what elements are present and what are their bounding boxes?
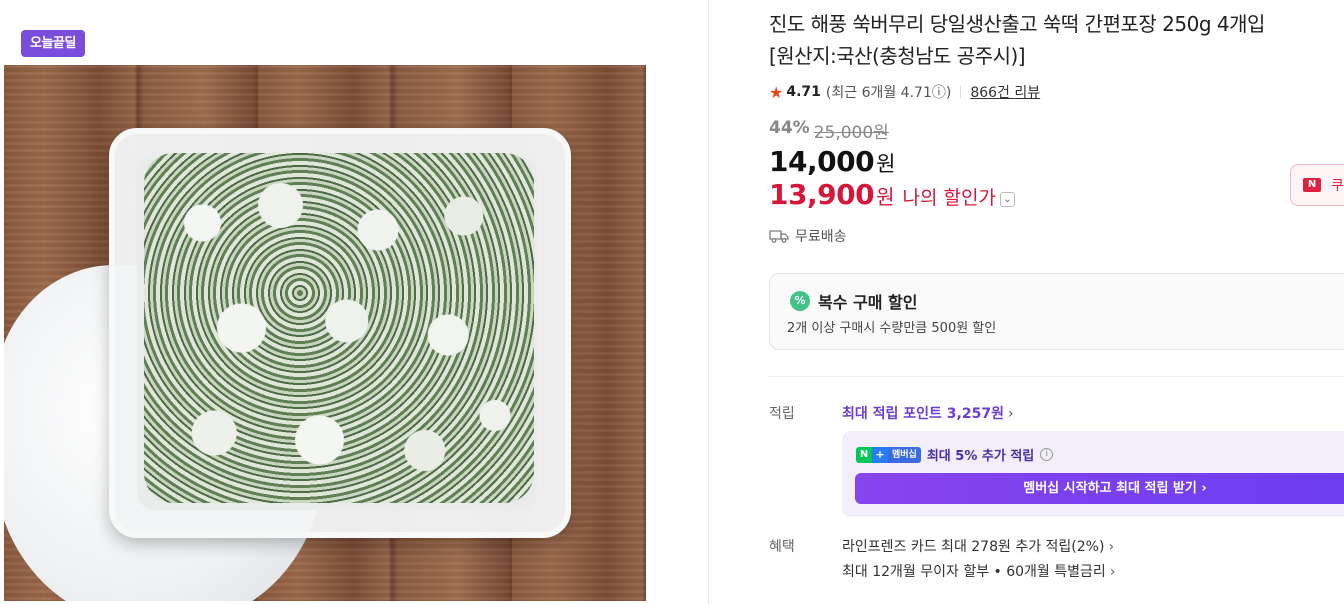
divider bbox=[708, 0, 709, 604]
benefit-item[interactable]: 최대 12개월 무이자 할부 • 60개월 특별금리 › bbox=[842, 561, 1115, 581]
chevron-down-icon[interactable]: ⌄ bbox=[999, 192, 1015, 207]
shipping-row: 무료배송 bbox=[769, 226, 847, 246]
membership-badge-text: 멤버십 bbox=[888, 446, 921, 463]
recent-rating[interactable]: (최근 6개월 4.71ⓘ) bbox=[826, 82, 951, 102]
review-count-link[interactable]: 866건 리뷰 bbox=[970, 82, 1040, 102]
title-line-1: 진도 해풍 쑥버무리 당일생산출고 쑥떡 간편포장 250g 4개입 bbox=[769, 12, 1265, 36]
max-points-link[interactable]: 최대 적립 포인트 3,257원 › bbox=[842, 403, 1014, 423]
my-price-label: 나의 할인가 bbox=[902, 187, 996, 209]
naver-n-icon: N bbox=[1303, 178, 1321, 192]
coupon-label: 쿠 bbox=[1331, 178, 1344, 194]
multi-discount-header: % 복수 구매 할인 bbox=[790, 289, 917, 313]
percent-icon: % bbox=[790, 291, 810, 311]
naver-plus-membership-icon: N + 멤버십 bbox=[856, 446, 921, 463]
product-page: 오늘끝딜 진도 해풍 쑥버무리 당일생산출고 쑥떡 간편포장 250g 4개입 … bbox=[0, 0, 1344, 604]
product-title: 진도 해풍 쑥버무리 당일생산출고 쑥떡 간편포장 250g 4개입 [원산지:… bbox=[769, 8, 1344, 72]
discount-percent: 44% bbox=[769, 118, 810, 138]
chevron-right-icon: › bbox=[1108, 539, 1115, 555]
original-price: 25,000원 bbox=[813, 123, 889, 143]
my-discount-price[interactable]: 13,900 원 나의 할인가 ⌄ bbox=[769, 178, 1015, 211]
chevron-right-icon: › bbox=[1007, 406, 1014, 422]
my-price-value: 13,900 bbox=[769, 178, 875, 211]
mugwort-rice-cake bbox=[144, 153, 534, 503]
shipping-label: 무료배송 bbox=[795, 229, 847, 245]
info-icon[interactable]: i bbox=[1040, 448, 1054, 461]
separator bbox=[960, 86, 962, 98]
naver-n-icon: N bbox=[856, 446, 872, 463]
sale-price: 14,000 원 bbox=[769, 145, 895, 178]
discount-row: 44% 25,000원 bbox=[769, 118, 889, 143]
plus-icon: + bbox=[872, 446, 888, 463]
rating-score: 4.71 bbox=[786, 84, 821, 100]
rating-row: ★ 4.71 (최근 6개월 4.71ⓘ) 866건 리뷰 bbox=[769, 82, 1040, 102]
sale-price-unit: 원 bbox=[876, 152, 896, 176]
sale-price-value: 14,000 bbox=[769, 145, 875, 178]
chevron-right-icon: › bbox=[1109, 564, 1116, 580]
multi-discount-title: 복수 구매 할인 bbox=[818, 293, 918, 312]
truck-icon bbox=[769, 229, 789, 243]
benefit-text: 최대 12개월 무이자 할부 • 60개월 특별금리 bbox=[842, 564, 1106, 580]
points-label: 적립 bbox=[769, 406, 795, 422]
coupon-button[interactable]: N 쿠 bbox=[1290, 164, 1344, 206]
benefit-item[interactable]: 라인프렌즈 카드 최대 278원 추가 적립(2%) › bbox=[842, 536, 1114, 556]
title-line-2: [원산지:국산(충청남도 공주시)] bbox=[769, 44, 1026, 68]
max-points-text: 최대 적립 포인트 3,257원 bbox=[842, 406, 1004, 422]
product-image[interactable] bbox=[4, 65, 646, 601]
section-divider bbox=[769, 376, 1344, 377]
star-icon: ★ bbox=[769, 82, 784, 102]
membership-extra: 최대 5% 추가 적립 bbox=[926, 449, 1035, 464]
membership-start-button[interactable]: 멤버십 시작하고 최대 적립 받기 › bbox=[855, 473, 1344, 504]
membership-row: N + 멤버십 최대 5% 추가 적립 i bbox=[856, 445, 1054, 464]
multi-discount-desc: 2개 이상 구매시 수량만큼 500원 할인 bbox=[787, 321, 997, 336]
benefit-text: 라인프렌즈 카드 최대 278원 추가 적립(2%) bbox=[842, 539, 1105, 555]
membership-box: N + 멤버십 최대 5% 추가 적립 i 멤버십 시작하고 최대 적립 받기 … bbox=[842, 431, 1344, 517]
my-price-unit: 원 bbox=[876, 185, 895, 209]
benefits-label: 혜택 bbox=[769, 539, 795, 555]
multi-purchase-discount: % 복수 구매 할인 2개 이상 구매시 수량만큼 500원 할인 bbox=[769, 273, 1344, 350]
today-deal-badge: 오늘끝딜 bbox=[21, 30, 85, 57]
